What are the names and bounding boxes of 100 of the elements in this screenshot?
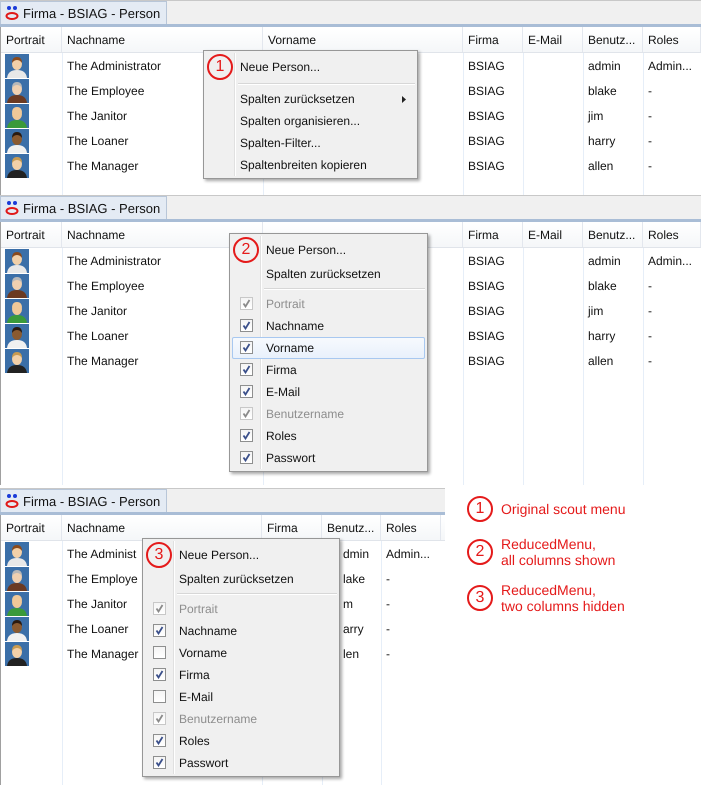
menu-item[interactable]: Firma <box>145 664 337 686</box>
table-cell: - <box>386 572 390 586</box>
column-header[interactable]: Nachname <box>67 520 126 534</box>
column-header[interactable]: Benutz... <box>327 520 374 534</box>
column-header[interactable]: Portrait <box>6 32 45 46</box>
column-header[interactable]: E-Mail <box>528 32 562 46</box>
checkbox[interactable] <box>240 385 253 398</box>
column-header[interactable]: E-Mail <box>528 228 562 242</box>
legend-text: Original scout menu <box>501 501 626 517</box>
table-cell: The Manager <box>67 158 138 172</box>
menu-item[interactable]: Spalten zurücksetzen <box>145 568 337 590</box>
submenu-arrow-icon <box>402 96 406 103</box>
window-tab[interactable]: Firma - BSIAG - Person <box>0 489 168 512</box>
person-avatar-icon <box>5 642 29 666</box>
table-cell: BSIAG <box>468 278 505 292</box>
table-cell: The Loaner <box>67 622 128 636</box>
person-avatar-icon <box>5 104 29 128</box>
menu-item[interactable]: Roles <box>145 730 337 752</box>
column-header[interactable]: Nachname <box>67 228 126 242</box>
table-cell: Admin... <box>648 58 692 72</box>
table-cell: allen <box>588 158 614 172</box>
callout-number: 3 <box>467 585 493 611</box>
menu-item[interactable]: Spaltenbreiten kopieren <box>206 154 415 176</box>
table-cell: arry <box>343 622 364 636</box>
column-header[interactable]: Nachname <box>67 32 126 46</box>
table-cell: The Administ <box>67 546 136 560</box>
menu-item[interactable]: Passwort <box>232 447 425 469</box>
menu-item[interactable]: Roles <box>232 425 425 447</box>
column-header[interactable]: Roles <box>648 32 679 46</box>
table-cell: BSIAG <box>468 254 505 268</box>
column-header[interactable]: Roles <box>386 520 417 534</box>
menu-item[interactable]: Nachname <box>232 315 425 337</box>
checkbox[interactable] <box>240 451 253 464</box>
table-cell: BSIAG <box>468 58 505 72</box>
menu-item[interactable]: Passwort <box>145 752 337 774</box>
table-cell: - <box>648 328 652 342</box>
menu-item[interactable]: Vorname <box>232 337 425 359</box>
person-avatar-icon <box>5 616 29 640</box>
menu-item[interactable]: 1 Neue Person... <box>206 53 415 80</box>
person-avatar-icon <box>5 324 29 348</box>
checkbox[interactable] <box>153 734 166 747</box>
table-cell: - <box>648 354 652 368</box>
checkbox[interactable] <box>153 668 166 681</box>
window-tab[interactable]: Firma - BSIAG - Person <box>0 1 168 24</box>
checkbox[interactable] <box>153 756 166 769</box>
column-header[interactable]: Firma <box>468 228 499 242</box>
table-cell: dmin <box>343 546 370 560</box>
table-cell: The Administrator <box>67 58 162 72</box>
table-cell: BSIAG <box>468 354 505 368</box>
column-header[interactable]: Benutz... <box>588 228 636 242</box>
person-avatar-icon <box>5 78 29 102</box>
table-cell: jim <box>588 108 604 122</box>
menu-item[interactable]: Spalten zurücksetzen <box>232 263 425 285</box>
legend-text: ReducedMenu, two columns hidden <box>501 582 625 614</box>
logo-icon <box>5 5 19 21</box>
menu-item[interactable]: E-Mail <box>145 686 337 708</box>
table-cell: The Janitor <box>67 596 128 610</box>
menu-item[interactable]: Vorname <box>145 642 337 664</box>
column-header[interactable]: Firma <box>468 32 499 46</box>
menu-item[interactable]: 2 Neue Person... <box>232 236 425 263</box>
column-header[interactable]: Portrait <box>6 520 45 534</box>
logo-icon <box>5 200 19 216</box>
person-avatar-icon <box>5 566 29 590</box>
checkbox[interactable] <box>240 319 253 332</box>
menu-item[interactable]: Nachname <box>145 620 337 642</box>
table-cell: harry <box>588 328 616 342</box>
column-header[interactable]: Firma <box>267 520 298 534</box>
table-cell: The Loaner <box>67 328 128 342</box>
checkbox[interactable] <box>153 624 166 637</box>
table-cell: The Manager <box>67 646 138 660</box>
table-cell: Admin... <box>386 546 430 560</box>
table-cell: lake <box>343 572 366 586</box>
menu-item[interactable]: Firma <box>232 359 425 381</box>
menu-item[interactable]: Spalten zurücksetzen <box>206 88 415 110</box>
callout-number: 1 <box>207 54 233 80</box>
person-avatar-icon <box>5 274 29 298</box>
table-cell: The Loaner <box>67 134 128 148</box>
table-cell: Admin... <box>648 254 692 268</box>
checkbox[interactable] <box>240 363 253 376</box>
column-header[interactable]: Portrait <box>6 228 45 242</box>
menu-item[interactable]: Spalten organisieren... <box>206 110 415 132</box>
column-header[interactable]: Roles <box>648 228 679 242</box>
table-cell: - <box>386 646 390 660</box>
checkbox[interactable] <box>240 341 253 354</box>
table-cell: blake <box>588 84 617 98</box>
column-header[interactable]: Vorname <box>268 32 316 46</box>
menu-item[interactable]: 3 Neue Person... <box>145 541 337 568</box>
table-cell: allen <box>588 354 614 368</box>
person-avatar-icon <box>5 154 29 178</box>
menu-item[interactable]: Spalten-Filter... <box>206 132 415 154</box>
window-tab[interactable]: Firma - BSIAG - Person <box>0 196 168 219</box>
checkbox[interactable] <box>153 690 166 703</box>
table-cell: The Administrator <box>67 254 162 268</box>
table-cell: - <box>648 108 652 122</box>
menu-item[interactable]: E-Mail <box>232 381 425 403</box>
checkbox[interactable] <box>240 429 253 442</box>
table-cell: - <box>648 84 652 98</box>
checkbox[interactable] <box>153 646 166 659</box>
table-cell: BSIAG <box>468 158 505 172</box>
column-header[interactable]: Benutz... <box>588 32 636 46</box>
